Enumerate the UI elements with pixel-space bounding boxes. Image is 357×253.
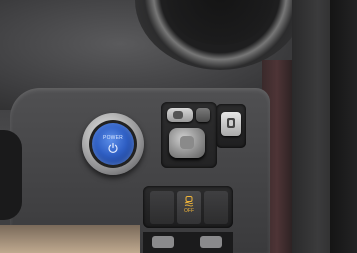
lower-knob-left	[152, 236, 174, 248]
steering-column-recess	[0, 130, 22, 220]
car-dashboard-photo: POWER OFF	[0, 0, 357, 253]
skid-car-icon	[184, 196, 194, 207]
mirror-fold-icon	[227, 118, 235, 128]
mirror-aux-button[interactable]	[196, 108, 210, 122]
lower-knob-right	[200, 236, 222, 248]
blank-switch-left	[150, 191, 174, 224]
vsc-off-switch[interactable]: OFF	[177, 191, 201, 224]
mirror-select-knob	[173, 111, 183, 119]
blank-switch-right	[204, 191, 228, 224]
mirror-adjust-center	[180, 136, 194, 149]
power-symbol-icon	[108, 142, 118, 153]
power-button-label: POWER	[103, 134, 123, 141]
vsc-off-label: OFF	[184, 208, 194, 214]
console-edge	[330, 0, 357, 253]
floor-area	[0, 225, 140, 253]
power-button[interactable]: POWER	[92, 123, 134, 165]
